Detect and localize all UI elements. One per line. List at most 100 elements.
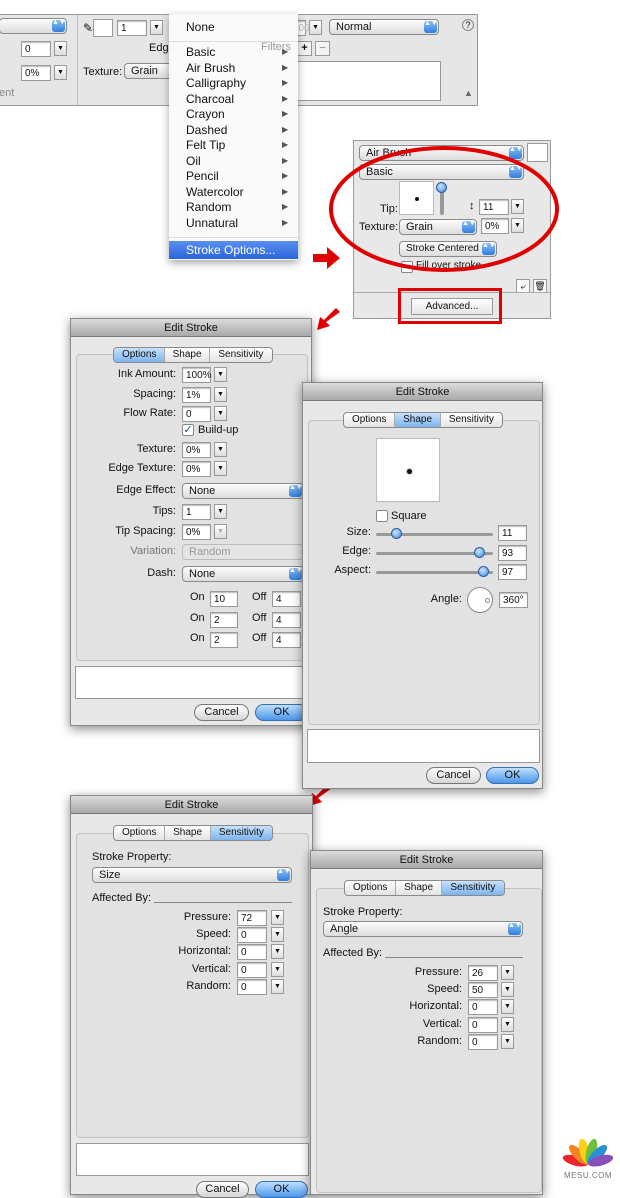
stroke-width-dropdown[interactable]: ▼ bbox=[150, 20, 163, 35]
menu-item-pencil[interactable]: Pencil ▶ bbox=[186, 169, 288, 183]
edge-field[interactable]: 93 bbox=[498, 545, 527, 561]
menu-item-random[interactable]: Random ▶ bbox=[186, 200, 288, 214]
stroke-property-select[interactable]: Angle ▲▼ bbox=[323, 921, 523, 937]
left-select[interactable]: ▲▼ bbox=[0, 18, 67, 34]
menu-item-charcoal[interactable]: Charcoal ▶ bbox=[186, 92, 288, 106]
tab-sensitivity[interactable]: Sensitivity bbox=[210, 348, 272, 362]
tab-options[interactable]: Options bbox=[114, 826, 166, 840]
size-slider[interactable] bbox=[376, 528, 493, 539]
cancel-button[interactable]: Cancel bbox=[194, 704, 249, 721]
horizontal-field[interactable]: 0 bbox=[468, 999, 498, 1015]
blend-mode-select[interactable]: Normal ▲▼ bbox=[329, 19, 439, 35]
tab-options[interactable]: Options bbox=[345, 881, 397, 895]
dash-select[interactable]: None ▲▼ bbox=[182, 566, 304, 582]
random-field[interactable]: 0 bbox=[237, 979, 267, 995]
menu-item-calligraphy[interactable]: Calligraphy ▶ bbox=[186, 76, 288, 90]
dash-off-field-1[interactable]: 4 bbox=[272, 591, 301, 607]
stroke-property-select[interactable]: Size ▲▼ bbox=[92, 867, 292, 883]
left-dropdown-1[interactable]: ▼ bbox=[54, 41, 67, 56]
vertical-dropdown[interactable]: ▼ bbox=[271, 962, 284, 977]
spacing-field[interactable]: 1% bbox=[182, 387, 211, 403]
tab-shape[interactable]: Shape bbox=[165, 826, 211, 840]
collapse-icon[interactable]: ▲ bbox=[464, 88, 473, 98]
horizontal-dropdown[interactable]: ▼ bbox=[501, 999, 514, 1014]
speed-field[interactable]: 50 bbox=[468, 982, 498, 998]
opacity-dropdown[interactable]: ▼ bbox=[309, 20, 322, 35]
menu-item-crayon[interactable]: Crayon ▶ bbox=[186, 107, 288, 121]
pressure-dropdown[interactable]: ▼ bbox=[271, 910, 284, 925]
ink-amount-field[interactable]: 100% bbox=[182, 367, 212, 383]
aspect-slider[interactable] bbox=[376, 566, 493, 577]
menu-item-watercolor[interactable]: Watercolor ▶ bbox=[186, 185, 288, 199]
dash-on-field-2[interactable]: 2 bbox=[210, 612, 238, 628]
left-field-2[interactable]: 0% bbox=[21, 65, 51, 81]
angle-field[interactable]: 360° bbox=[499, 592, 528, 608]
vertical-dropdown[interactable]: ▼ bbox=[501, 1017, 514, 1032]
stroke-color-swatch[interactable] bbox=[93, 19, 113, 37]
tip-spacing-field[interactable]: 0% bbox=[182, 524, 211, 540]
pressure-dropdown[interactable]: ▼ bbox=[501, 965, 514, 980]
edge-slider[interactable] bbox=[376, 547, 493, 558]
left-field-1[interactable]: 0 bbox=[21, 41, 51, 57]
pressure-field[interactable]: 72 bbox=[237, 910, 267, 926]
tab-options[interactable]: Options bbox=[114, 348, 166, 362]
texture-select[interactable]: Grain bbox=[124, 63, 172, 79]
tab-shape[interactable]: Shape bbox=[396, 881, 442, 895]
angle-dial[interactable] bbox=[467, 587, 493, 613]
tab-sensitivity[interactable]: Sensitivity bbox=[210, 826, 272, 840]
random-dropdown[interactable]: ▼ bbox=[271, 979, 284, 994]
menu-item-basic[interactable]: Basic ▶ bbox=[186, 45, 288, 59]
flow-rate-dropdown[interactable]: ▼ bbox=[214, 406, 227, 421]
remove-filter-button[interactable]: − bbox=[315, 41, 330, 56]
tips-field[interactable]: 1 bbox=[182, 504, 211, 520]
save-icon[interactable]: ⤶ bbox=[516, 279, 530, 293]
menu-item-felt-tip[interactable]: Felt Tip ▶ bbox=[186, 138, 288, 152]
tip-spacing-dropdown[interactable]: ▼ bbox=[214, 524, 227, 539]
pressure-field[interactable]: 26 bbox=[468, 965, 498, 981]
variation-select[interactable]: Random bbox=[182, 544, 304, 560]
stroke-width-field[interactable]: 1 bbox=[117, 20, 147, 36]
left-dropdown-2[interactable]: ▼ bbox=[54, 65, 67, 80]
dash-off-field-3[interactable]: 4 bbox=[272, 632, 301, 648]
menu-item-air-brush[interactable]: Air Brush ▶ bbox=[186, 61, 288, 75]
random-field[interactable]: 0 bbox=[468, 1034, 498, 1050]
buildup-checkbox[interactable]: ✓ bbox=[182, 424, 194, 436]
texture-dropdown[interactable]: ▼ bbox=[214, 442, 227, 457]
spacing-dropdown[interactable]: ▼ bbox=[214, 387, 227, 402]
speed-field[interactable]: 0 bbox=[237, 927, 267, 943]
menu-item-dashed[interactable]: Dashed ▶ bbox=[186, 123, 288, 137]
tab-shape[interactable]: Shape bbox=[395, 413, 441, 427]
menu-item-stroke-options[interactable]: Stroke Options... bbox=[169, 241, 298, 259]
add-filter-button[interactable]: + bbox=[297, 41, 312, 56]
speed-dropdown[interactable]: ▼ bbox=[271, 927, 284, 942]
menu-item-none[interactable]: None bbox=[186, 20, 215, 34]
tab-sensitivity[interactable]: Sensitivity bbox=[441, 881, 504, 895]
edge-texture-field[interactable]: 0% bbox=[182, 461, 211, 477]
menu-item-oil[interactable]: Oil ▶ bbox=[186, 154, 288, 168]
size-field[interactable]: 11 bbox=[498, 525, 527, 541]
ok-button[interactable]: OK bbox=[255, 704, 308, 721]
ok-button[interactable]: OK bbox=[486, 767, 539, 784]
vertical-field[interactable]: 0 bbox=[237, 962, 267, 978]
tab-sensitivity[interactable]: Sensitivity bbox=[441, 413, 502, 427]
edge-effect-select[interactable]: None ▲▼ bbox=[182, 483, 304, 499]
menu-item-unnatural[interactable]: Unnatural ▶ bbox=[186, 216, 288, 230]
square-checkbox[interactable] bbox=[376, 510, 388, 522]
aspect-field[interactable]: 97 bbox=[498, 564, 527, 580]
ink-amount-dropdown[interactable]: ▼ bbox=[214, 367, 227, 382]
trash-icon[interactable]: 🗑 bbox=[533, 279, 547, 293]
vertical-field[interactable]: 0 bbox=[468, 1017, 498, 1033]
tips-dropdown[interactable]: ▼ bbox=[214, 504, 227, 519]
dash-off-field-2[interactable]: 4 bbox=[272, 612, 301, 628]
dash-on-field-3[interactable]: 2 bbox=[210, 632, 238, 648]
speed-dropdown[interactable]: ▼ bbox=[501, 982, 514, 997]
horizontal-dropdown[interactable]: ▼ bbox=[271, 944, 284, 959]
dash-on-field-1[interactable]: 10 bbox=[210, 591, 238, 607]
help-icon[interactable]: ? bbox=[462, 19, 474, 31]
texture-field[interactable]: 0% bbox=[182, 442, 211, 458]
random-dropdown[interactable]: ▼ bbox=[501, 1034, 514, 1049]
tab-options[interactable]: Options bbox=[344, 413, 396, 427]
cancel-button[interactable]: Cancel bbox=[426, 767, 481, 784]
horizontal-field[interactable]: 0 bbox=[237, 944, 267, 960]
edge-texture-dropdown[interactable]: ▼ bbox=[214, 461, 227, 476]
